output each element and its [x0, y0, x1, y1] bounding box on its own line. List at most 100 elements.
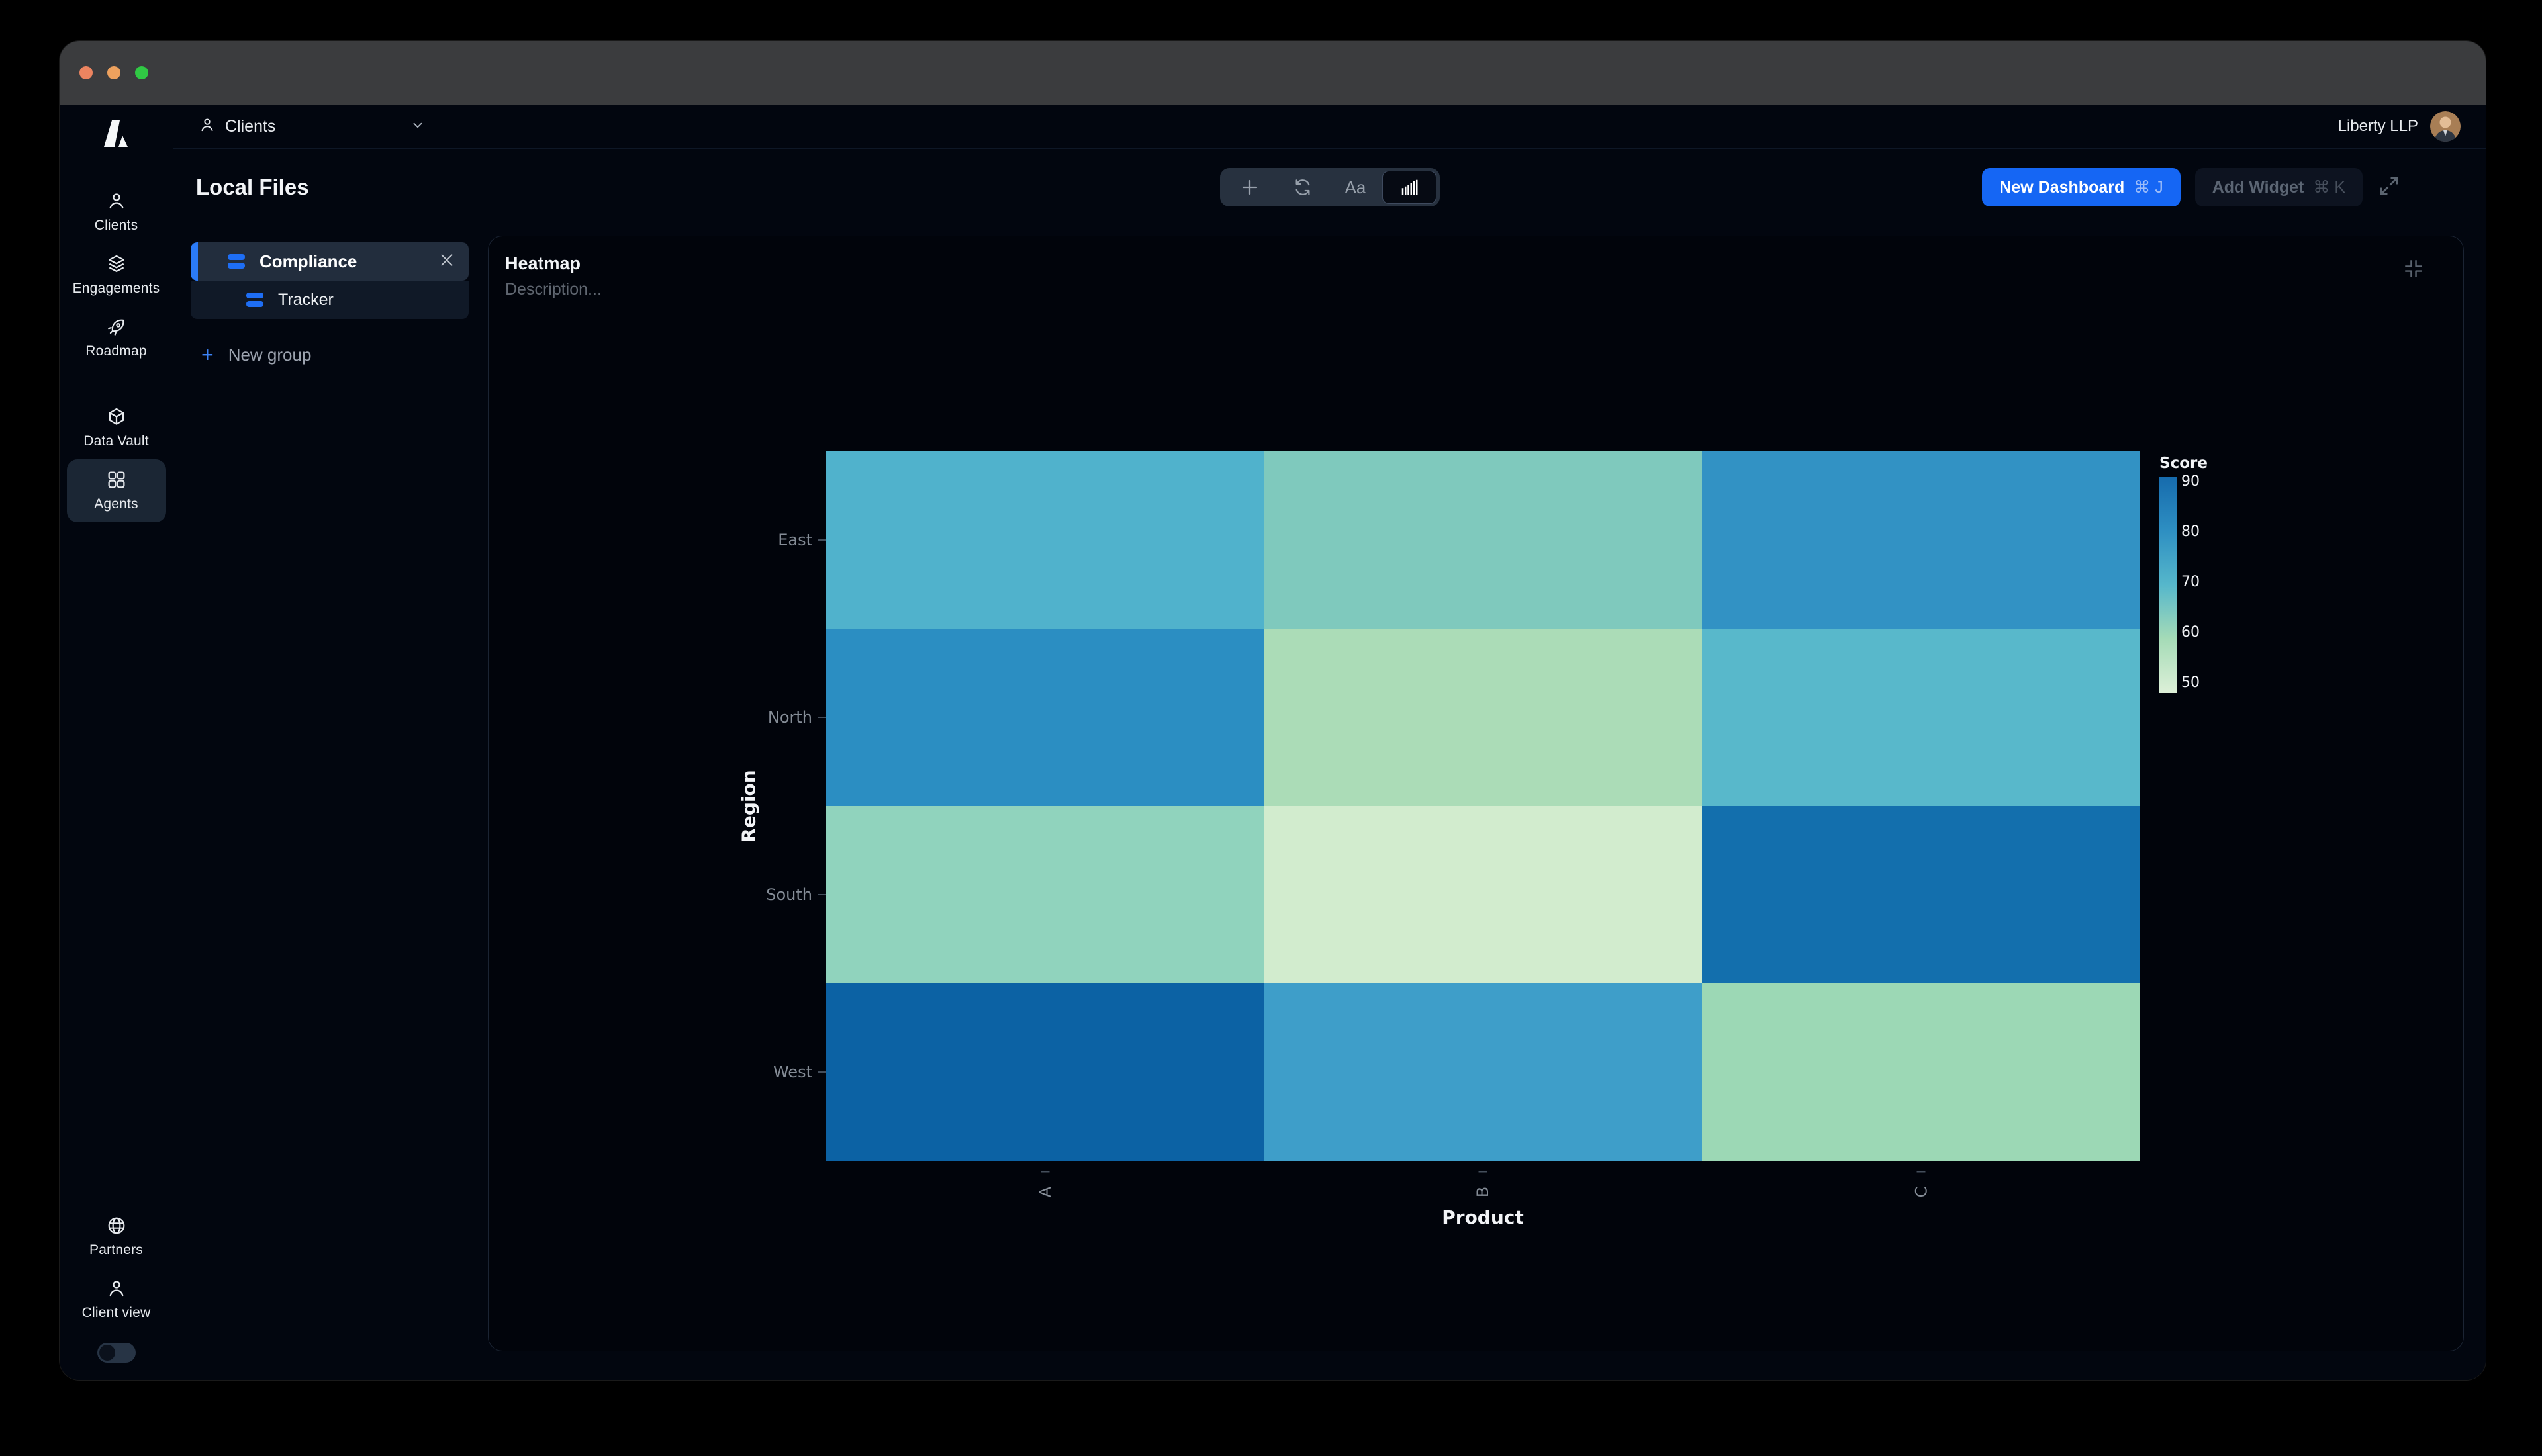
sidebar-item-label: Client view [82, 1305, 151, 1321]
y-tick-label: East [628, 451, 826, 629]
colorbar-tick-label: 60 [2181, 625, 2200, 640]
group-accent-bar [191, 242, 198, 281]
collapse-corners-icon[interactable] [2402, 257, 2425, 283]
heatmap-cell-south-b[interactable] [1264, 806, 1703, 983]
heatmap-cell-north-a[interactable] [826, 629, 1264, 806]
heatmap-widget-card: Heatmap Description... Region EastNorthS… [488, 236, 2464, 1351]
app-window: Clients Engagements [60, 41, 2486, 1380]
y-tick-label: South [628, 806, 826, 983]
grid-icon [106, 469, 127, 490]
heatmap-cell-north-c[interactable] [1702, 629, 2140, 806]
heatmap-cell-west-b[interactable] [1264, 983, 1703, 1161]
layers-icon [106, 253, 127, 275]
sidebar-item-label: Roadmap [85, 343, 146, 359]
zoom-window-button[interactable] [135, 66, 148, 79]
expand-icon[interactable] [2377, 174, 2401, 201]
heatmap-cell-south-c[interactable] [1702, 806, 2140, 983]
sidebar-item-roadmap[interactable]: Roadmap [67, 306, 166, 369]
colorbar [2159, 477, 2177, 693]
colorbar-tick-label: 50 [2181, 676, 2200, 690]
group-compliance[interactable]: Compliance [191, 242, 469, 281]
sidebar: Clients Engagements [60, 105, 173, 1380]
new-group-label: New group [228, 345, 312, 365]
heatmap-cell-west-a[interactable] [826, 983, 1264, 1161]
new-dashboard-label: New Dashboard [1999, 178, 2124, 197]
y-tick-label: North [628, 629, 826, 806]
user-icon [199, 116, 216, 137]
account-name: Liberty LLP [2338, 117, 2418, 136]
sidebar-item-label: Clients [95, 218, 138, 234]
colorbar-tick-label: 90 [2181, 475, 2200, 489]
heatmap-cell-west-c[interactable] [1702, 983, 2140, 1161]
sidebar-item-label: Agents [94, 496, 138, 512]
sidebar-bottom: Partners Client view [67, 1205, 166, 1363]
sidebar-item-clients[interactable]: Clients [67, 181, 166, 244]
widget-title: Heatmap [505, 253, 581, 274]
x-axis-title: Product [1442, 1206, 1524, 1228]
heatmap-cell-east-a[interactable] [826, 451, 1264, 629]
x-tick-label: B [1264, 1161, 1703, 1201]
top-nav: Clients Liberty LLP [173, 105, 2486, 149]
rocket-icon [106, 316, 127, 338]
sidebar-item-data-vault[interactable]: Data Vault [67, 396, 166, 459]
legend-title: Score [2159, 455, 2208, 472]
add-tool-button[interactable] [1223, 171, 1276, 203]
widget-description[interactable]: Description... [505, 280, 602, 299]
x-axis-tick-labels: ABC [826, 1161, 2140, 1201]
new-group-button[interactable]: + New group [191, 344, 469, 365]
globe-icon [106, 1215, 127, 1236]
window-titlebar [60, 41, 2486, 105]
new-dashboard-button[interactable]: New Dashboard ⌘ J [1982, 168, 2180, 206]
user-icon [106, 191, 127, 212]
client-view-toggle[interactable] [97, 1343, 136, 1363]
app-body: Clients Engagements [60, 105, 2486, 1380]
sidebar-item-label: Data Vault [83, 433, 149, 449]
colorbar-tick-label: 80 [2181, 525, 2200, 539]
plus-icon: + [201, 344, 214, 365]
main-area: Clients Liberty LLP [173, 105, 2486, 1380]
sidebar-item-engagements[interactable]: Engagements [67, 244, 166, 306]
content-area: Local Files Aa [173, 149, 2486, 1380]
sidebar-item-partners[interactable]: Partners [67, 1205, 166, 1268]
colorbar-tick-label: 70 [2181, 575, 2200, 590]
close-icon[interactable] [438, 251, 455, 272]
dashboard-item-icon [246, 293, 263, 307]
heatmap-cell-east-c[interactable] [1702, 451, 2140, 629]
add-widget-shortcut: ⌘ K [2313, 177, 2345, 197]
sidebar-item-client-view[interactable]: Client view [67, 1268, 166, 1331]
page-title: Local Files [196, 168, 309, 206]
heatmap-grid [826, 451, 2140, 1161]
sidebar-item-label: Engagements [73, 281, 160, 296]
dashboard-groups-panel: Compliance Tracker + New group [191, 242, 469, 365]
workspace-selector[interactable]: Clients [199, 116, 425, 137]
group-item-tracker[interactable]: Tracker [191, 281, 469, 319]
y-axis-tick-labels: EastNorthSouthWest [628, 451, 826, 1161]
refresh-tool-button[interactable] [1276, 171, 1329, 203]
workspace-label: Clients [225, 117, 275, 136]
y-tick-label: West [628, 983, 826, 1161]
text-tool-button[interactable]: Aa [1329, 171, 1382, 203]
x-tick-label: A [826, 1161, 1264, 1201]
avatar[interactable] [2430, 111, 2461, 142]
cube-icon [106, 406, 127, 428]
heatmap-cell-north-b[interactable] [1264, 629, 1703, 806]
heatmap-cell-east-b[interactable] [1264, 451, 1703, 629]
group-title: Compliance [259, 251, 438, 272]
sidebar-item-agents[interactable]: Agents [67, 459, 166, 522]
heatmap-cell-south-a[interactable] [826, 806, 1264, 983]
sidebar-item-label: Partners [89, 1242, 143, 1258]
close-window-button[interactable] [79, 66, 93, 79]
header-actions: New Dashboard ⌘ J Add Widget ⌘ K [1982, 168, 2401, 206]
user-icon [106, 1278, 127, 1299]
add-widget-button[interactable]: Add Widget ⌘ K [2195, 168, 2363, 206]
chart-tool-button[interactable] [1382, 171, 1436, 204]
widget-toolbar: Aa [1220, 168, 1440, 206]
new-dashboard-shortcut: ⌘ J [2134, 177, 2163, 197]
x-tick-label: C [1702, 1161, 2140, 1201]
minimize-window-button[interactable] [107, 66, 120, 79]
add-widget-label: Add Widget [2212, 178, 2304, 197]
sidebar-nav: Clients Engagements [67, 181, 166, 522]
chevron-down-icon [410, 118, 425, 136]
toggle-knob [99, 1345, 115, 1361]
group-item-label: Tracker [278, 291, 334, 310]
